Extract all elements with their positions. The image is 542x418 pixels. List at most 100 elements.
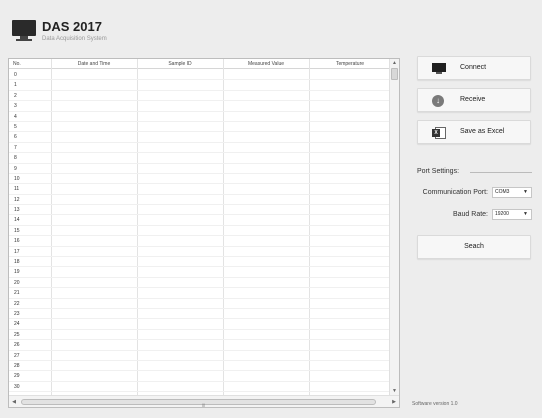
seach-button[interactable]: Seach — [417, 235, 531, 259]
row-number: 11 — [14, 186, 20, 193]
download-arrow-icon: ↓ — [432, 95, 444, 107]
table-row[interactable]: 18 — [9, 257, 389, 268]
scroll-right-arrow-icon[interactable]: ▶ — [389, 397, 399, 407]
table-row[interactable]: 26 — [9, 340, 389, 351]
table-row[interactable]: 27 — [9, 351, 389, 361]
seach-button-label: Seach — [464, 243, 484, 250]
table-row[interactable]: 14 — [9, 215, 389, 226]
table-row[interactable]: 28 — [9, 361, 389, 372]
vertical-scroll-thumb[interactable] — [391, 68, 398, 80]
table-row[interactable]: 24 — [9, 319, 389, 330]
baud-rate-label: Baud Rate: — [452, 211, 488, 218]
save-excel-button[interactable]: X Save as Excel — [417, 120, 531, 144]
receive-button-label: Receive — [460, 96, 486, 103]
monitor-icon — [12, 20, 36, 42]
row-number: 26 — [14, 342, 20, 349]
software-version: Software version 1.0 — [412, 401, 458, 407]
table-row[interactable]: 20 — [9, 278, 389, 289]
table-row[interactable]: 4 — [9, 112, 389, 122]
row-number: 29 — [14, 373, 20, 380]
row-number: 23 — [14, 310, 20, 317]
receive-button[interactable]: ↓ Receive — [417, 88, 531, 112]
monitor-icon — [432, 63, 446, 75]
table-row[interactable]: 22 — [9, 299, 389, 309]
table-row[interactable]: 30 — [9, 382, 389, 393]
row-number: 10 — [14, 175, 20, 182]
table-row[interactable]: 1 — [9, 80, 389, 91]
row-number: 24 — [14, 321, 20, 328]
connect-button[interactable]: Connect — [417, 56, 531, 80]
row-number: 9 — [14, 165, 17, 172]
row-number: 5 — [14, 123, 17, 130]
communication-port-label: Communication Port: — [422, 189, 488, 196]
table-row[interactable]: 29 — [9, 371, 389, 382]
table-row[interactable]: 21 — [9, 288, 389, 299]
app-title: DAS 2017 — [42, 19, 102, 34]
row-number: 0 — [14, 72, 17, 78]
row-number: 6 — [14, 134, 17, 141]
baud-rate-select[interactable]: 19200 ▼ — [492, 209, 532, 220]
table-row[interactable]: 15 — [9, 226, 389, 237]
communication-port-select[interactable]: COM3 ▼ — [492, 187, 532, 198]
row-number: 21 — [14, 290, 20, 297]
table-row[interactable]: 10 — [9, 174, 389, 185]
table-row[interactable]: 12 — [9, 195, 389, 206]
row-number: 18 — [14, 259, 20, 266]
row-number: 13 — [14, 207, 20, 214]
row-number: 20 — [14, 279, 20, 286]
row-number: 15 — [14, 227, 20, 234]
connect-button-label: Connect — [460, 64, 487, 71]
row-number: 17 — [14, 248, 20, 255]
chevron-down-icon: ▼ — [523, 211, 528, 217]
column-header-no[interactable]: No. — [13, 61, 21, 69]
row-number: 2 — [14, 92, 17, 99]
table-row[interactable]: 3 — [9, 101, 389, 112]
column-header-temperature[interactable]: Temperature — [309, 61, 391, 69]
scroll-down-arrow-icon[interactable]: ▼ — [390, 387, 399, 395]
vertical-scrollbar[interactable]: ▲ ▼ — [389, 59, 399, 395]
save-excel-button-label: Save as Excel — [460, 128, 505, 135]
table-row[interactable]: 17 — [9, 247, 389, 258]
grip-icon: ||| — [202, 402, 206, 407]
table-row[interactable]: 9 — [9, 164, 389, 174]
data-table[interactable]: No. Date and Time Sample ID Measured Val… — [8, 58, 400, 408]
table-row[interactable]: 5 — [9, 122, 389, 133]
table-row[interactable]: 0 — [9, 70, 389, 81]
table-row[interactable]: 25 — [9, 330, 389, 341]
row-number: 1 — [14, 82, 17, 89]
row-number: 3 — [14, 103, 17, 110]
row-number: 4 — [14, 113, 17, 120]
table-row[interactable]: 16 — [9, 236, 389, 247]
column-header-date-time[interactable]: Date and Time — [51, 61, 137, 69]
row-number: 7 — [14, 144, 17, 151]
table-body: 0 1 2 3 4 5 6 7 8 9 10 11 12 13 14 15 16 17 18 19 20 21 22 23 24… — [9, 70, 389, 395]
table-row[interactable]: 23 — [9, 309, 389, 320]
horizontal-scrollbar[interactable]: ◀ ||| ▶ — [9, 395, 399, 407]
row-number: 12 — [14, 196, 20, 203]
table-header: No. Date and Time Sample ID Measured Val… — [9, 59, 389, 69]
table-row[interactable]: 6 — [9, 132, 389, 143]
column-header-sample-id[interactable]: Sample ID — [137, 61, 223, 69]
communication-port-value: COM3 — [495, 189, 510, 195]
horizontal-scroll-thumb[interactable]: ||| — [21, 399, 376, 407]
port-settings-heading: Port Settings: — [417, 168, 460, 175]
row-number: 25 — [14, 331, 20, 338]
row-number: 16 — [14, 238, 20, 245]
scroll-up-arrow-icon[interactable]: ▲ — [390, 59, 399, 67]
chevron-down-icon: ▼ — [523, 189, 528, 195]
table-row[interactable]: 13 — [9, 205, 389, 216]
table-row[interactable]: 11 — [9, 184, 389, 195]
table-row[interactable]: 8 — [9, 153, 389, 164]
row-number: 14 — [14, 217, 20, 224]
column-header-measured-value[interactable]: Measured Value — [223, 61, 309, 69]
section-divider — [470, 172, 532, 173]
row-number: 28 — [14, 362, 20, 369]
row-number: 19 — [14, 269, 20, 276]
table-row[interactable]: 7 — [9, 143, 389, 154]
table-row[interactable]: 2 — [9, 91, 389, 102]
app-subtitle: Data Acquisition System — [42, 36, 107, 42]
scroll-left-arrow-icon[interactable]: ◀ — [9, 397, 19, 407]
table-row[interactable]: 19 — [9, 267, 389, 278]
row-number: 30 — [14, 383, 20, 390]
row-number: 27 — [14, 352, 20, 359]
